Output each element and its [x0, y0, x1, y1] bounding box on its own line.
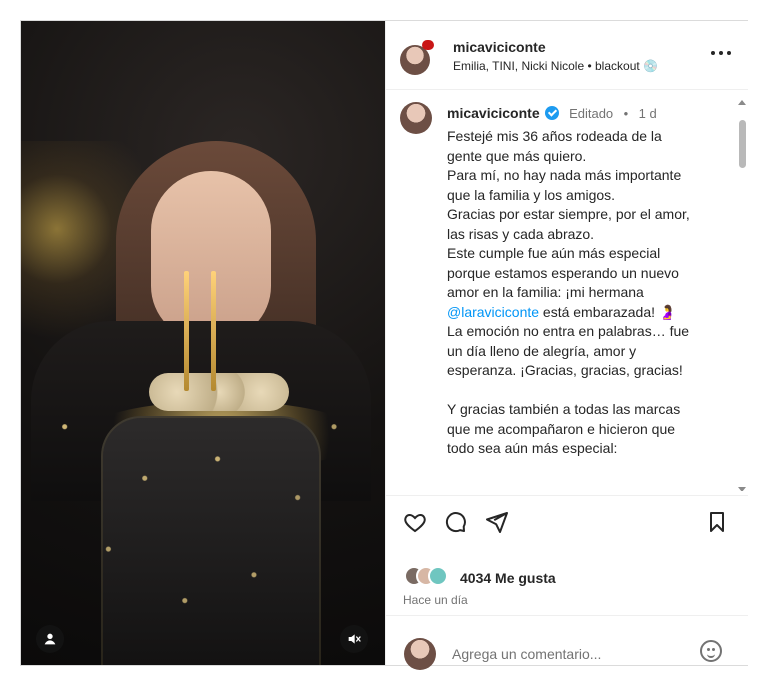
post-actions: 4034 Me gusta Hace un día [386, 495, 748, 616]
liker-avatar [428, 566, 448, 586]
mute-button[interactable] [340, 625, 368, 653]
gold-sparkles [21, 21, 385, 665]
liker-avatars[interactable] [404, 566, 452, 588]
share-button[interactable] [484, 509, 510, 535]
verified-icon [544, 106, 559, 120]
caption-header: micaviciconte Editado • 1 d [447, 105, 729, 123]
send-icon [486, 512, 508, 533]
caption-avatar[interactable] [400, 102, 432, 134]
current-user-avatar [404, 638, 436, 670]
scroll-up-icon[interactable] [738, 100, 746, 105]
audio-attribution[interactable]: Emilia, TINI, Nicki Nicole • blackout 💿 [453, 59, 658, 73]
scroll-down-icon[interactable] [738, 487, 746, 491]
tagged-user-button[interactable] [36, 625, 64, 653]
post-media[interactable] [21, 21, 385, 665]
comment-bar: Agrega un comentario... [386, 615, 748, 670]
likes-count[interactable]: 4034 Me gusta [460, 570, 556, 586]
caption-username[interactable]: micaviciconte [447, 105, 540, 121]
caption-separator: • [623, 106, 629, 121]
caption-body-part-2: está embarazada! 🤰 La emoción no entra e… [447, 303, 690, 457]
more-horizontal-icon [711, 51, 715, 55]
instagram-post: micaviciconte Emilia, TINI, Nicki Nicole… [20, 20, 748, 670]
scroll-thumb[interactable] [739, 120, 746, 168]
comment-input[interactable]: Agrega un comentario... [452, 646, 601, 662]
post-side-panel: micaviciconte Emilia, TINI, Nicki Nicole… [385, 21, 748, 670]
caption-edited: Editado [569, 106, 614, 121]
heart-icon [404, 513, 426, 533]
story-badge [422, 40, 434, 50]
bookmark-icon [710, 512, 724, 532]
user-icon [44, 633, 56, 645]
post-header: micaviciconte Emilia, TINI, Nicki Nicole… [386, 21, 748, 90]
smile-icon [707, 652, 715, 658]
save-button[interactable] [704, 509, 730, 535]
caption-scrollbar[interactable] [736, 96, 748, 491]
like-button[interactable] [402, 509, 428, 535]
mute-icon [348, 634, 361, 644]
caption-body-part-1: Festejé mis 36 años rodeada de la gente … [447, 128, 690, 300]
caption-section[interactable]: micaviciconte Editado • 1 d Festejé mis … [386, 90, 748, 491]
comment-button[interactable] [442, 509, 468, 535]
author-username[interactable]: micaviciconte [453, 39, 546, 55]
caption-text: Festejé mis 36 años rodeada de la gente … [447, 127, 732, 459]
comment-icon [445, 512, 466, 533]
mention-link[interactable]: @laraviciconte [447, 304, 539, 320]
caption-age[interactable]: 1 d [639, 106, 657, 121]
post-time[interactable]: Hace un día [403, 593, 468, 607]
more-options-button[interactable] [710, 45, 732, 61]
emoji-picker-button[interactable] [700, 640, 722, 662]
